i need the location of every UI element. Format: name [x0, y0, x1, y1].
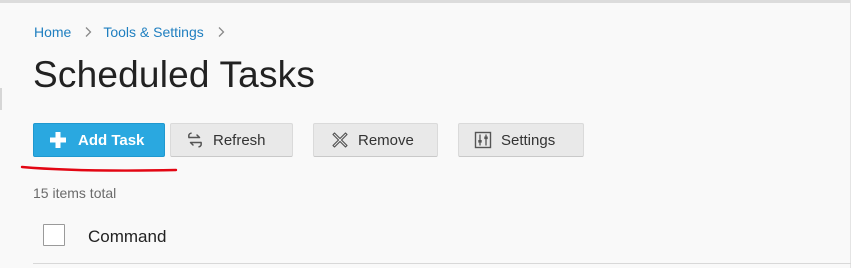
remove-button[interactable]: Remove	[313, 123, 438, 157]
settings-label: Settings	[501, 131, 556, 149]
remove-label: Remove	[358, 131, 414, 149]
breadcrumb-home-link[interactable]: Home	[34, 24, 71, 40]
plus-icon	[48, 130, 68, 150]
settings-sliders-icon	[473, 130, 493, 150]
top-border	[0, 0, 851, 3]
page-title: Scheduled Tasks	[33, 54, 316, 95]
settings-button[interactable]: Settings	[458, 123, 584, 157]
refresh-icon	[185, 130, 205, 150]
table-header: Command	[33, 214, 851, 264]
items-total-count: 15 items total	[33, 185, 117, 201]
breadcrumb: Home Tools & Settings	[34, 24, 236, 40]
column-header-command[interactable]: Command	[88, 227, 166, 247]
red-underline-annotation	[20, 165, 178, 172]
add-task-button[interactable]: Add Task	[33, 123, 165, 157]
chevron-right-icon	[85, 27, 92, 37]
select-all-checkbox[interactable]	[43, 224, 65, 246]
refresh-label: Refresh	[213, 131, 266, 149]
remove-icon	[330, 130, 350, 150]
chevron-right-icon	[218, 27, 225, 37]
refresh-button[interactable]: Refresh	[170, 123, 293, 157]
left-edge-mark	[0, 88, 2, 110]
breadcrumb-tools-settings-link[interactable]: Tools & Settings	[103, 24, 203, 40]
add-task-label: Add Task	[78, 131, 145, 149]
